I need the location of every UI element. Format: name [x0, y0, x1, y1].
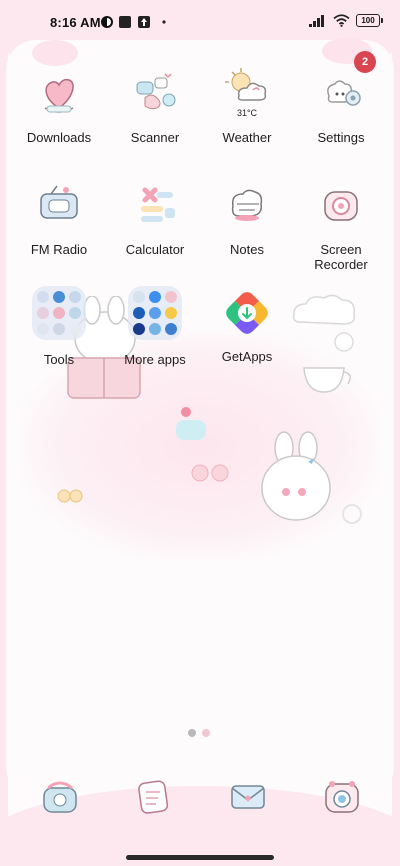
screen-recorder-icon	[324, 191, 358, 221]
app-calculator[interactable]: Calculator	[109, 176, 201, 257]
battery-icon: 100	[356, 14, 383, 27]
app-notification-icon	[101, 16, 113, 28]
app-weather[interactable]: 31°C Weather	[201, 64, 293, 145]
more-apps-folder-icon	[128, 286, 182, 340]
status-bar: 8:16 AM 100	[0, 0, 400, 44]
ring-decoration	[342, 504, 362, 524]
weather-icon	[225, 68, 267, 101]
page-indicator[interactable]	[188, 729, 210, 737]
flower-decoration	[57, 489, 83, 503]
app-fm-radio[interactable]: FM Radio	[13, 176, 105, 257]
settings-icon	[327, 80, 361, 106]
app-label: GetApps	[221, 349, 273, 364]
square-notification-icon	[119, 16, 131, 28]
upload-notification-icon	[138, 16, 150, 28]
folder-tools[interactable]: Tools	[13, 283, 105, 367]
app-settings[interactable]: 2 Settings	[295, 51, 387, 145]
phone-icon[interactable]	[38, 774, 82, 818]
app-label: Screen Recorder	[314, 242, 368, 272]
app-label: FM Radio	[30, 242, 88, 257]
fm-radio-icon	[40, 185, 78, 219]
teacup-decoration	[303, 332, 354, 393]
weather-temperature: 31°C	[236, 108, 258, 118]
app-label: Calculator	[125, 242, 185, 257]
scanner-icon	[136, 73, 176, 110]
app-downloads[interactable]: Downloads	[13, 64, 105, 145]
page-dot[interactable]	[202, 729, 210, 737]
email-icon[interactable]	[226, 774, 270, 818]
app-label: Notes	[230, 242, 264, 257]
app-label: Tools	[43, 352, 75, 367]
folder-more-apps[interactable]: More apps	[109, 283, 201, 367]
bunny-decoration	[261, 431, 331, 521]
app-scanner[interactable]: Scanner	[109, 64, 201, 145]
status-time: 8:16 AM	[50, 15, 101, 30]
app-getapps[interactable]: GetApps	[201, 283, 293, 364]
app-label: Downloads	[26, 130, 92, 145]
downloads-icon	[44, 78, 74, 113]
app-label: Scanner	[130, 130, 180, 145]
app-label: Settings	[317, 130, 365, 145]
calculator-icon	[141, 187, 175, 222]
cloud-decoration	[292, 294, 356, 325]
tools-folder-icon	[32, 286, 86, 340]
app-label: More apps	[124, 352, 186, 367]
getapps-icon	[226, 292, 268, 334]
camera-icon[interactable]	[320, 774, 364, 818]
app-screen-recorder[interactable]: Screen Recorder	[295, 176, 387, 272]
messages-icon[interactable]	[132, 774, 176, 818]
notification-badge: 2	[354, 51, 376, 73]
wifi-icon	[333, 14, 350, 27]
more-dot-icon	[162, 20, 166, 24]
signal-icon	[309, 14, 324, 27]
app-notes[interactable]: Notes	[201, 176, 293, 257]
app-label: Weather	[222, 130, 272, 145]
notes-icon	[231, 189, 263, 221]
home-gesture-bar[interactable]	[126, 855, 274, 860]
cupcake-decoration	[176, 407, 206, 440]
cookies-decoration	[191, 464, 229, 482]
page-dot-active[interactable]	[188, 729, 196, 737]
